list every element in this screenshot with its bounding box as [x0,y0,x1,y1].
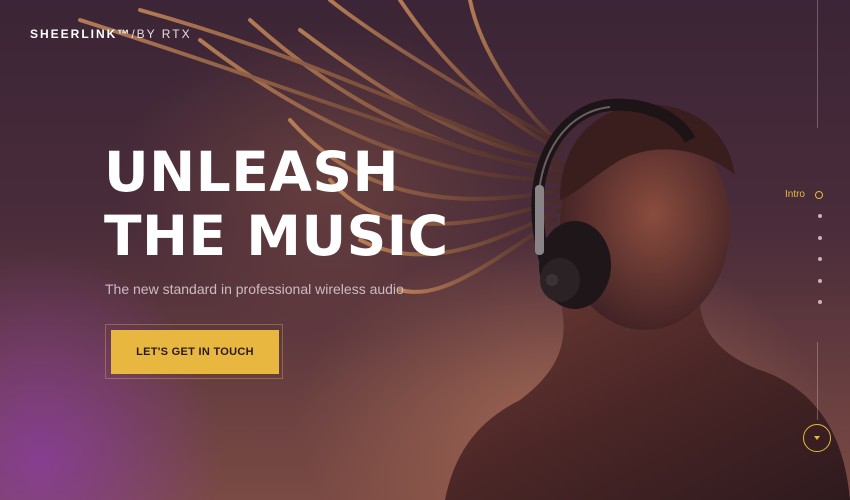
hero-section: SHEERLINK™/BY RTX UNLEASH THE MUSIC The … [0,0,850,500]
nav-dot-2[interactable] [743,206,823,228]
get-in-touch-button[interactable]: LET'S GET IN TOUCH [111,330,279,374]
active-section-ring-icon [815,190,823,199]
headline-line-2: THE MUSIC [104,204,449,268]
chevron-down-icon [814,436,820,440]
nav-dot-5[interactable] [743,270,823,292]
brand-logo[interactable]: SHEERLINK™/BY RTX [30,27,192,41]
scroll-down-button[interactable] [803,424,831,452]
nav-dot-6[interactable] [743,292,823,314]
divider-line-top [817,0,818,128]
dot-icon [818,235,822,240]
nav-label-intro: Intro [784,189,805,201]
brand-suffix: /BY RTX [131,27,192,41]
dot-icon [818,257,822,262]
divider-line-bottom [817,342,818,420]
nav-dot-3[interactable] [743,227,823,249]
brand-name: SHEERLINK™ [30,27,132,41]
hero-headline: UNLEASH THE MUSIC [104,140,449,268]
section-nav: Intro [743,184,823,313]
dot-icon [818,214,822,219]
dot-icon [818,300,822,305]
nav-item-intro[interactable]: Intro [743,184,823,206]
hero-subtitle: The new standard in professional wireles… [105,281,404,297]
dot-icon [818,278,822,283]
nav-dot-4[interactable] [743,249,823,271]
headline-line-1: UNLEASH [104,140,400,204]
